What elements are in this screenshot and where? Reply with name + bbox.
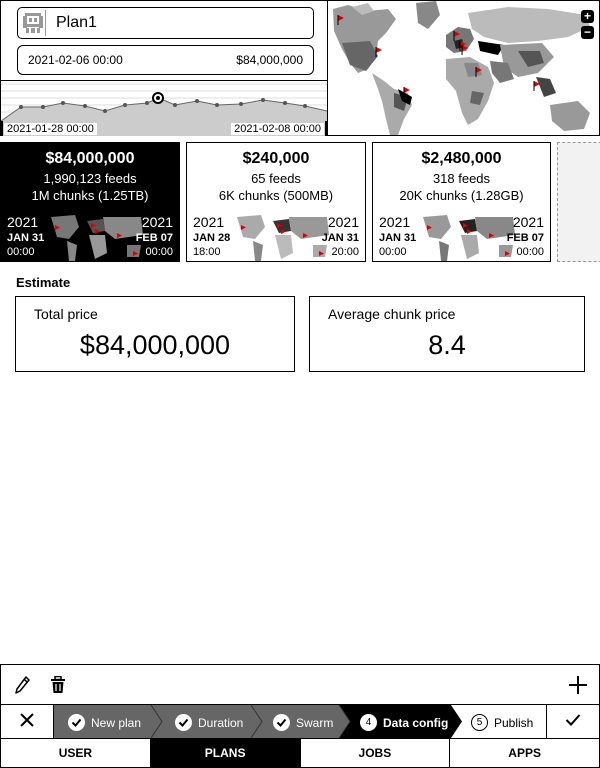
card-end-time: 00:00 [516, 246, 544, 258]
bottom-nav-tabs: USER PLANS JOBS APPS [0, 739, 600, 768]
map-zoom-in-button[interactable]: + [581, 10, 594, 23]
tab-user[interactable]: USER [1, 739, 151, 767]
card-end-year: 2021 [512, 214, 544, 230]
total-price-label: Total price [34, 306, 98, 322]
card-chunks: 20K chunks (1.28GB) [399, 188, 524, 203]
timeline-start-label: 2021-01-28 00:00 [4, 123, 97, 135]
plan-card[interactable]: $2,480,000 318 feeds 20K chunks (1.28GB)… [372, 142, 551, 262]
card-start-time: 00:00 [379, 246, 407, 258]
world-map[interactable]: + − [327, 0, 600, 136]
plan-name-field[interactable]: Plan1 [17, 7, 314, 39]
plan-cards: $84,000,000 1,990,123 feeds 1M chunks (1… [0, 142, 600, 263]
tab-apps[interactable]: APPS [450, 739, 599, 767]
estimate-title: Estimate [16, 275, 71, 290]
card-start-year: 2021 [7, 214, 39, 230]
card-feeds: 1,990,123 feeds [43, 171, 137, 186]
step-new-plan[interactable]: New plan [68, 714, 141, 731]
check-icon [565, 713, 581, 730]
step-number: 4 [360, 714, 377, 731]
plan-card[interactable]: $240,000 65 feeds 6K chunks (500MB) 2021… [186, 142, 366, 262]
trash-icon[interactable] [47, 674, 69, 696]
plus-icon[interactable] [567, 674, 589, 696]
card-end-date: JAN 31 [321, 232, 359, 244]
step-label: Data config [383, 715, 449, 730]
wizard-stepper: New plan Duration Swarm 4 Data config 5 Pu… [0, 704, 600, 739]
check-icon [68, 714, 85, 731]
timeline-chart[interactable]: 2021-01-28 00:00 2021-02-08 00:00 [1, 81, 327, 136]
close-icon [20, 713, 34, 730]
plan-card[interactable]: $84,000,000 1,990,123 feeds 1M chunks (1… [0, 142, 180, 262]
plan-name: Plan1 [56, 14, 97, 31]
step-label: Publish [494, 715, 534, 730]
step-label: Duration [198, 715, 244, 730]
card-price: $2,480,000 [421, 150, 502, 167]
card-end-date: FEB 07 [506, 232, 544, 244]
tab-plans[interactable]: PLANS [150, 739, 301, 767]
card-start-year: 2021 [193, 214, 225, 230]
step-publish[interactable]: 5 Publish [471, 714, 533, 731]
card-price: $84,000,000 [45, 150, 135, 167]
check-icon [273, 714, 290, 731]
card-price: $240,000 [242, 150, 310, 167]
confirm-button[interactable] [546, 705, 599, 738]
map-zoom-out-button[interactable]: − [581, 26, 594, 39]
step-data-config[interactable]: 4 Data config [360, 714, 448, 731]
step-duration[interactable]: Duration [175, 714, 243, 731]
timeline-start-handle[interactable] [1, 121, 3, 136]
card-end-date: FEB 07 [135, 232, 173, 244]
plan-header: Plan1 2021-02-06 00:00 $84,000,000 2021-… [0, 0, 600, 136]
card-start-date: JAN 31 [379, 232, 417, 244]
step-label: New plan [91, 715, 142, 730]
total-price-box: Total price $84,000,000 [15, 296, 295, 372]
card-start-year: 2021 [379, 214, 411, 230]
card-end-time: 00:00 [145, 246, 173, 258]
card-feeds: 65 feeds [251, 171, 301, 186]
card-end-year: 2021 [141, 214, 173, 230]
step-number: 5 [471, 714, 488, 731]
pencil-icon[interactable] [12, 674, 34, 696]
mini-map-icon [237, 215, 329, 261]
total-price-value: $84,000,000 [79, 330, 231, 360]
card-start-date: JAN 31 [7, 232, 45, 244]
card-end-year: 2021 [327, 214, 359, 230]
card-chunks: 1M chunks (1.25TB) [31, 188, 149, 203]
action-toolbar [0, 664, 600, 704]
avg-chunk-price-box: Average chunk price 8.4 [309, 296, 585, 372]
timeline-end-label: 2021-02-08 00:00 [231, 123, 324, 135]
plan-avatar-icon [20, 10, 46, 36]
cancel-button[interactable] [1, 705, 54, 738]
plan-total-price: $84,000,000 [236, 53, 303, 67]
add-plan-card-placeholder[interactable] [557, 142, 600, 262]
step-label: Swarm [296, 715, 334, 730]
plan-date-total[interactable]: 2021-02-06 00:00 $84,000,000 [17, 45, 314, 75]
card-start-time: 18:00 [193, 246, 221, 258]
check-icon [175, 714, 192, 731]
plan-start-date: 2021-02-06 00:00 [28, 53, 123, 67]
card-feeds: 318 feeds [432, 171, 491, 186]
avg-chunk-price-value: 8.4 [428, 330, 466, 360]
mini-map-icon [422, 215, 515, 261]
card-end-time: 20:00 [331, 246, 359, 258]
plan-summary-panel: Plan1 2021-02-06 00:00 $84,000,000 2021-… [0, 0, 327, 136]
card-chunks: 6K chunks (500MB) [218, 188, 334, 203]
card-start-time: 00:00 [7, 246, 35, 258]
card-start-date: JAN 28 [193, 232, 231, 244]
mini-map-icon [51, 215, 143, 261]
avg-chunk-price-label: Average chunk price [328, 306, 456, 322]
step-swarm[interactable]: Swarm [273, 714, 333, 731]
tab-jobs[interactable]: JOBS [301, 739, 451, 767]
